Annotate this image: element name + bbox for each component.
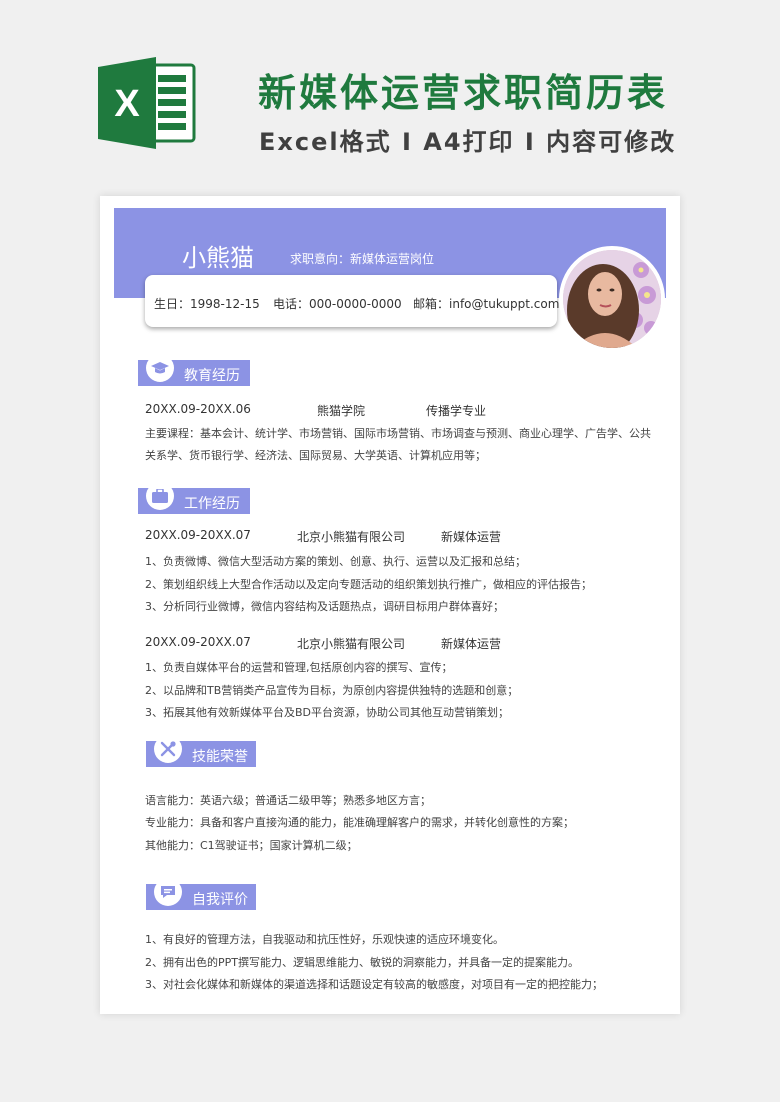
education-period: 20XX.09-20XX.06 bbox=[145, 402, 251, 416]
skill-item: 语言能力：英语六级；普通话二级甲等；熟悉多地区方言； bbox=[145, 794, 431, 807]
skill-item: 其他能力：C1驾驶证书；国家计算机二级； bbox=[145, 839, 358, 852]
job-period: 20XX.09-20XX.07 bbox=[145, 528, 251, 542]
contact-card: 生日：1998-12-15 电话：000-0000-0000 邮箱：info@t… bbox=[145, 275, 560, 327]
section-evaluation-title: 自我评价 bbox=[192, 892, 248, 908]
birth-date: 生日：1998-12-15 bbox=[154, 297, 260, 311]
section-skills-header: 技能荣誉 bbox=[146, 735, 256, 767]
job-duty: 2、以品牌和TB营销类产品宣传为目标，为原创内容提供独特的选题和创意； bbox=[145, 684, 519, 697]
chat-bubble-icon bbox=[154, 878, 182, 906]
job-duty: 3、分析同行业微博，微信内容结构及话题热点，调研目标用户群体喜好； bbox=[145, 600, 504, 613]
evaluation-item: 2、拥有出色的PPT撰写能力、逻辑思维能力、敏锐的洞察能力，并具备一定的提案能力… bbox=[145, 956, 579, 969]
job-duty: 2、策划组织线上大型合作活动以及定向专题活动的组织策划执行推广，做相应的评估报告… bbox=[145, 578, 592, 591]
section-skills-title: 技能荣誉 bbox=[192, 749, 248, 765]
phone-number: 电话：000-0000-0000 bbox=[273, 297, 402, 311]
avatar bbox=[559, 246, 665, 352]
briefcase-icon bbox=[146, 482, 174, 510]
education-school: 熊猫学院 bbox=[317, 404, 366, 418]
candidate-name: 小熊猫 bbox=[182, 244, 254, 272]
section-education-header: 教育经历 bbox=[138, 354, 250, 386]
promo-title: 新媒体运营求职简历表 bbox=[258, 71, 669, 115]
resume-paper: 小熊猫 求职意向：新媒体运营岗位 生日：1998-12-15 电话：000-00… bbox=[100, 196, 680, 1014]
job-company: 北京小熊猫有限公司 bbox=[297, 530, 406, 544]
job-intent: 求职意向：新媒体运营岗位 bbox=[290, 252, 435, 266]
job-duty: 1、负责自媒体平台的运营和管理,包括原创内容的撰写、宣传； bbox=[145, 661, 453, 674]
section-evaluation-header: 自我评价 bbox=[146, 878, 256, 910]
job-duty: 3、拓展其他有效新媒体平台及BD平台资源，协助公司其他互动营销策划； bbox=[145, 706, 510, 719]
section-work-header: 工作经历 bbox=[138, 482, 250, 514]
svg-text:X: X bbox=[114, 83, 140, 125]
education-courses-line2: 关系学、货币银行学、经济法、国际贸易、大学英语、计算机应用等； bbox=[145, 449, 486, 462]
email-address: 邮箱：info@tukuppt.com bbox=[413, 297, 560, 311]
education-courses-line1: 主要课程：基本会计、统计学、市场营销、国际市场营销、市场调查与预测、商业心理学、… bbox=[145, 427, 651, 440]
promo-subtitle: Excel格式 I A4打印 I 内容可修改 bbox=[259, 128, 677, 156]
graduation-cap-icon bbox=[146, 354, 174, 382]
education-major: 传播学专业 bbox=[426, 404, 487, 418]
evaluation-item: 3、对社会化媒体和新媒体的渠道选择和话题设定有较高的敏感度，对项目有一定的把控能… bbox=[145, 978, 603, 991]
job-period: 20XX.09-20XX.07 bbox=[145, 635, 251, 649]
skill-item: 专业能力：具备和客户直接沟通的能力，能准确理解客户的需求，并转化创意性的方案； bbox=[145, 816, 574, 829]
tools-icon bbox=[154, 735, 182, 763]
job-company: 北京小熊猫有限公司 bbox=[297, 637, 406, 651]
job-duty: 1、负责微博、微信大型活动方案的策划、创意、执行、运营以及汇报和总结； bbox=[145, 555, 526, 568]
section-education-title: 教育经历 bbox=[184, 368, 240, 384]
evaluation-item: 1、有良好的管理方法，自我驱动和抗压性好，乐观快速的适应环境变化。 bbox=[145, 933, 504, 946]
job-position: 新媒体运营 bbox=[441, 530, 502, 544]
section-work-title: 工作经历 bbox=[184, 496, 240, 512]
job-position: 新媒体运营 bbox=[441, 637, 502, 651]
excel-logo-icon: X bbox=[98, 57, 198, 149]
